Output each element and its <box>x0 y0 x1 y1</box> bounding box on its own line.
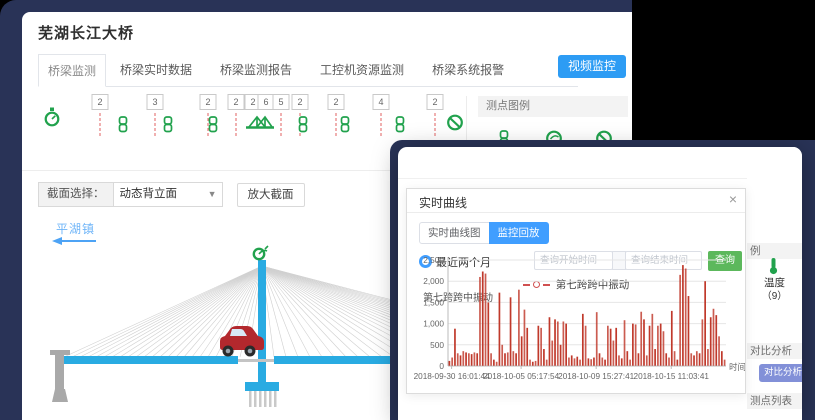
tower-pier-cap <box>245 382 279 391</box>
sensor-dash-line <box>336 113 337 136</box>
x-tick-label: 2018-10-09 15:27:41 <box>558 372 634 381</box>
wind-sensor-icon[interactable] <box>254 246 268 259</box>
y-tick-label: 1,000 <box>423 319 444 329</box>
tab-realtime-curve[interactable]: 实时曲线图 <box>419 222 490 244</box>
disabled-sensor-icon[interactable] <box>447 114 464 131</box>
chevron-down-icon: ▼ <box>208 183 217 206</box>
sensor-badge-item: 2 <box>228 94 245 136</box>
chain-link-icon[interactable] <box>298 116 309 133</box>
sensor-dash-line <box>236 113 237 136</box>
sensor-count-badge: 4 <box>373 94 390 110</box>
x-tick-label: 2018-10-05 05:17:54 <box>483 372 559 381</box>
chain-link-icon[interactable] <box>340 116 351 133</box>
tab-4[interactable]: 工控机资源监测 <box>306 54 418 86</box>
truss-sensor-icon[interactable] <box>245 112 275 131</box>
dialog-title: 实时曲线 <box>419 194 467 211</box>
vibration-chart: 0 500 1,000 1,500 2,000 2,500 2018-09-30 16:01… <box>409 255 745 389</box>
sensor-dash-line <box>100 113 101 136</box>
chain-link-icon[interactable] <box>163 116 174 133</box>
temperature-count: （9） <box>747 287 802 302</box>
tab-1[interactable]: 桥梁监测 <box>38 54 106 87</box>
sensor-count-badge: 3 <box>147 94 164 110</box>
sensor-dash-line <box>155 113 156 136</box>
realtime-curve-dialog: 实时曲线 × 实时曲线图 监控回放 最近两个月 - 查询 第七跨跨中振动 第七跨… <box>406 188 746 394</box>
sensor-count-badge: 2 <box>328 94 345 110</box>
x-tick-label: 2018-09-30 16:01:44 <box>414 372 490 381</box>
page-title: 芜湖长江大桥 <box>38 22 134 43</box>
tab-3[interactable]: 桥梁监测报告 <box>206 54 306 86</box>
bridge-side-label: 平湖镇 <box>56 220 95 237</box>
sensor-dash-line <box>381 113 382 136</box>
sensor-count-badge: 2 <box>292 94 309 110</box>
point-list-header-fragment: 测点列表 <box>747 393 802 409</box>
point-legend-header: 测点图例 <box>478 96 628 117</box>
y-tick-label: 1,500 <box>423 297 444 307</box>
sensor-dash-line <box>281 113 282 136</box>
sensor-badge-item: 2 <box>92 94 109 136</box>
divider <box>398 178 802 179</box>
compare-header-fragment: 对比分析 <box>747 343 802 359</box>
bridge-tower <box>258 260 266 386</box>
section-select-value: 动态背立面 <box>120 188 178 200</box>
tab-monitor-playback[interactable]: 监控回放 <box>489 222 549 244</box>
sensor-badge-item: 4 <box>373 94 390 136</box>
gauge-icon[interactable] <box>44 107 61 127</box>
sensor-count-badge: 2 <box>200 94 217 110</box>
sensor-badge-item: 3 <box>147 94 164 136</box>
black-backdrop <box>632 0 815 147</box>
video-monitor-button[interactable]: 视频监控 <box>558 55 626 78</box>
dialog-tabs: 实时曲线图 监控回放 <box>419 222 549 244</box>
tab-2[interactable]: 桥梁实时数据 <box>106 54 206 86</box>
sensor-badge-item: 5 <box>273 94 290 136</box>
sensor-dash-line <box>435 113 436 136</box>
section-select-group: 截面选择： 动态背立面 ▼ <box>38 182 223 207</box>
divider <box>466 96 467 146</box>
y-tick-label: 2,500 <box>423 255 444 265</box>
y-tick-label: 2,000 <box>423 276 444 286</box>
thermometer-icon[interactable] <box>767 257 780 275</box>
x-axis-name: 时间 <box>729 362 745 372</box>
tab-5[interactable]: 桥梁系统报警 <box>418 54 518 86</box>
x-tick-label: 2018-10-15 11:03:41 <box>634 372 710 381</box>
car <box>220 326 264 357</box>
main-tabs: 桥梁监测桥梁实时数据桥梁监测报告工控机资源监测桥梁系统报警 <box>38 54 578 87</box>
compare-analysis-button[interactable]: 对比分析 <box>759 364 802 382</box>
sensor-count-badge: 2 <box>228 94 245 110</box>
section-select[interactable]: 动态背立面 ▼ <box>114 183 222 206</box>
sensor-count-badge: 5 <box>273 94 290 110</box>
bridge-deck-left <box>56 356 238 364</box>
bridge-deck-joint <box>238 359 274 362</box>
sensor-count-badge: 2 <box>427 94 444 110</box>
sensor-count-badge: 2 <box>92 94 109 110</box>
sensor-badge-item: 2 <box>427 94 444 136</box>
enlarge-section-button[interactable]: 放大截面 <box>237 183 305 207</box>
realtime-curve-window: 例 温度 （9） 对比分析 对比分析 测点列表 实时曲线 × 实时曲线图 监控回… <box>398 147 802 420</box>
close-icon[interactable]: × <box>729 191 737 207</box>
chain-link-icon[interactable] <box>118 116 129 133</box>
underlying-panel-strip: 例 温度 （9） 对比分析 对比分析 测点列表 <box>747 147 802 420</box>
dialog-header: 实时曲线 × <box>407 189 745 213</box>
section-controls: 截面选择： 动态背立面 ▼ 放大截面 <box>38 182 305 207</box>
chain-link-icon[interactable] <box>208 116 219 133</box>
chain-link-icon[interactable] <box>395 116 406 133</box>
tower-piles <box>249 391 277 407</box>
y-tick-label: 0 <box>439 361 444 371</box>
section-select-label: 截面选择： <box>39 183 114 206</box>
y-tick-label: 500 <box>430 340 444 350</box>
